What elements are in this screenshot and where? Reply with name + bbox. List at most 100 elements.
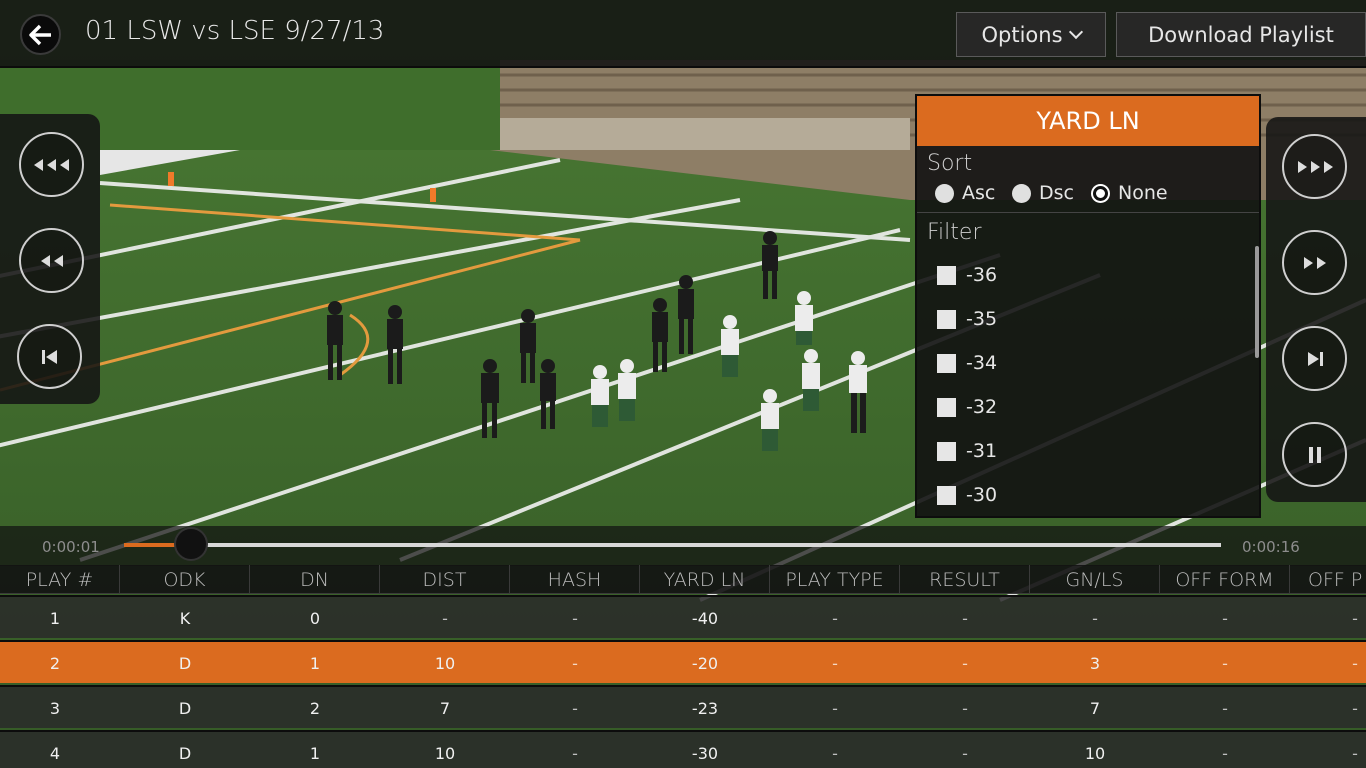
cell-off-form: - <box>1222 609 1228 628</box>
sort-asc-radio[interactable]: Asc <box>935 182 995 204</box>
cell-off-form: - <box>1222 699 1228 718</box>
table-row-selected[interactable]: 2 D 1 10 - -20 - - 3 - - <box>0 640 1366 683</box>
plays-table: PLAY # ODK DN DIST HASH YARD LN PLAY TYP… <box>0 565 1366 768</box>
seek-track[interactable] <box>124 527 1221 561</box>
fast-forward-icon <box>1297 160 1333 173</box>
filter-option[interactable]: -35 <box>937 308 997 330</box>
cell-play-type: - <box>832 609 838 628</box>
skip-forward-button[interactable] <box>1282 326 1347 391</box>
cell-off-p: - <box>1352 654 1358 673</box>
filter-option-label: -30 <box>966 484 998 506</box>
column-header-dist[interactable]: DIST <box>380 565 510 594</box>
back-button[interactable] <box>20 14 61 55</box>
cell-off-form: - <box>1222 744 1228 763</box>
checkbox-icon <box>937 397 956 417</box>
options-label: Options <box>981 22 1063 47</box>
sort-asc-label: Asc <box>962 182 996 204</box>
cell-yard-ln: -40 <box>691 609 719 628</box>
fast-forward-button[interactable] <box>1282 134 1347 199</box>
column-header-play-number[interactable]: PLAY # <box>0 565 120 594</box>
fast-rewind-icon <box>33 158 69 171</box>
cell-yard-ln: -20 <box>691 654 719 673</box>
checkbox-icon <box>937 353 956 373</box>
cell-hash: - <box>572 654 578 673</box>
cell-play-number: 1 <box>49 609 61 628</box>
filter-scrollbar[interactable] <box>1255 246 1259 358</box>
column-header-odk[interactable]: ODK <box>120 565 250 594</box>
cell-hash: - <box>572 609 578 628</box>
cell-odk: D <box>178 654 192 673</box>
filter-option[interactable]: -31 <box>937 440 997 462</box>
rewind-icon <box>40 254 63 267</box>
cell-odk: D <box>178 744 192 763</box>
table-row[interactable]: 1 K 0 - - -40 - - - - - <box>0 595 1366 638</box>
filter-option[interactable]: -32 <box>937 396 997 418</box>
cell-dn: 1 <box>309 654 321 673</box>
cell-dn: 1 <box>309 744 321 763</box>
page-title: 01 LSW vs LSE 9/27/13 <box>85 16 385 46</box>
cell-play-number: 3 <box>49 699 61 718</box>
filter-option[interactable]: -34 <box>937 352 997 374</box>
cell-hash: - <box>572 744 578 763</box>
sort-dsc-radio[interactable]: Dsc <box>1012 182 1074 204</box>
sort-none-label: None <box>1118 182 1168 204</box>
column-header-off-p[interactable]: OFF P <box>1290 565 1366 594</box>
cell-dn: 2 <box>309 699 321 718</box>
checkbox-icon <box>937 309 956 329</box>
pause-icon <box>1308 446 1321 463</box>
radio-circle-icon <box>935 183 954 203</box>
filter-label: Filter <box>927 220 982 245</box>
seek-thumb[interactable] <box>173 527 208 561</box>
cell-play-type: - <box>832 699 838 718</box>
cell-dist: - <box>442 609 448 628</box>
cell-odk: K <box>179 609 191 628</box>
cell-result: - <box>962 654 968 673</box>
right-transport-panel <box>1266 117 1366 502</box>
column-header-dn[interactable]: DN <box>250 565 380 594</box>
column-header-hash[interactable]: HASH <box>510 565 640 594</box>
cell-gn-ls: - <box>1092 609 1098 628</box>
column-header-play-type[interactable]: PLAY TYPE <box>770 565 900 594</box>
column-header-yard-ln[interactable]: YARD LN <box>640 565 770 594</box>
cell-gn-ls: 7 <box>1089 699 1101 718</box>
rewind-button[interactable] <box>19 228 84 293</box>
filter-option-label: -34 <box>966 352 998 374</box>
fast-rewind-button[interactable] <box>19 132 84 197</box>
column-header-gn-ls[interactable]: GN/LS <box>1030 565 1160 594</box>
pause-button[interactable] <box>1282 422 1347 487</box>
table-row[interactable]: 4 D 1 10 - -30 - - 10 - - <box>0 730 1366 768</box>
cell-hash: - <box>572 699 578 718</box>
cell-yard-ln: -23 <box>691 699 719 718</box>
cell-play-type: - <box>832 654 838 673</box>
cell-dist: 10 <box>434 744 456 763</box>
filter-option[interactable]: -30 <box>937 484 997 506</box>
filter-option-label: -36 <box>966 264 998 286</box>
skip-forward-icon <box>1307 351 1323 366</box>
video-player-screen: 01 LSW vs LSE 9/27/13 Options Download P… <box>0 0 1366 768</box>
cell-result: - <box>962 609 968 628</box>
column-header-off-form[interactable]: OFF FORM <box>1160 565 1290 594</box>
chevron-down-icon <box>1068 24 1083 39</box>
cell-off-p: - <box>1352 744 1358 763</box>
filter-option-label: -31 <box>966 440 998 462</box>
filter-option[interactable]: -36 <box>937 264 997 286</box>
cell-play-number: 4 <box>49 744 61 763</box>
forward-icon <box>1303 256 1326 269</box>
column-header-result[interactable]: RESULT <box>900 565 1030 594</box>
sort-none-radio[interactable]: None <box>1091 182 1168 204</box>
filter-option-label: -35 <box>966 308 998 330</box>
divider <box>917 212 1259 213</box>
download-playlist-button[interactable]: Download Playlist <box>1116 12 1366 57</box>
table-row[interactable]: 3 D 2 7 - -23 - - 7 - - <box>0 685 1366 728</box>
cell-yard-ln: -30 <box>691 744 719 763</box>
cell-odk: D <box>178 699 192 718</box>
cell-gn-ls: 10 <box>1084 744 1106 763</box>
cell-dist: 7 <box>439 699 451 718</box>
skip-back-button[interactable] <box>17 324 82 389</box>
column-filter-popup: YARD LN Sort Asc Dsc None Filter -36 -35… <box>915 94 1261 518</box>
sort-dsc-label: Dsc <box>1039 182 1074 204</box>
checkbox-icon <box>937 265 956 285</box>
radio-circle-icon <box>1012 183 1031 203</box>
forward-button[interactable] <box>1282 230 1347 295</box>
options-button[interactable]: Options <box>956 12 1106 57</box>
